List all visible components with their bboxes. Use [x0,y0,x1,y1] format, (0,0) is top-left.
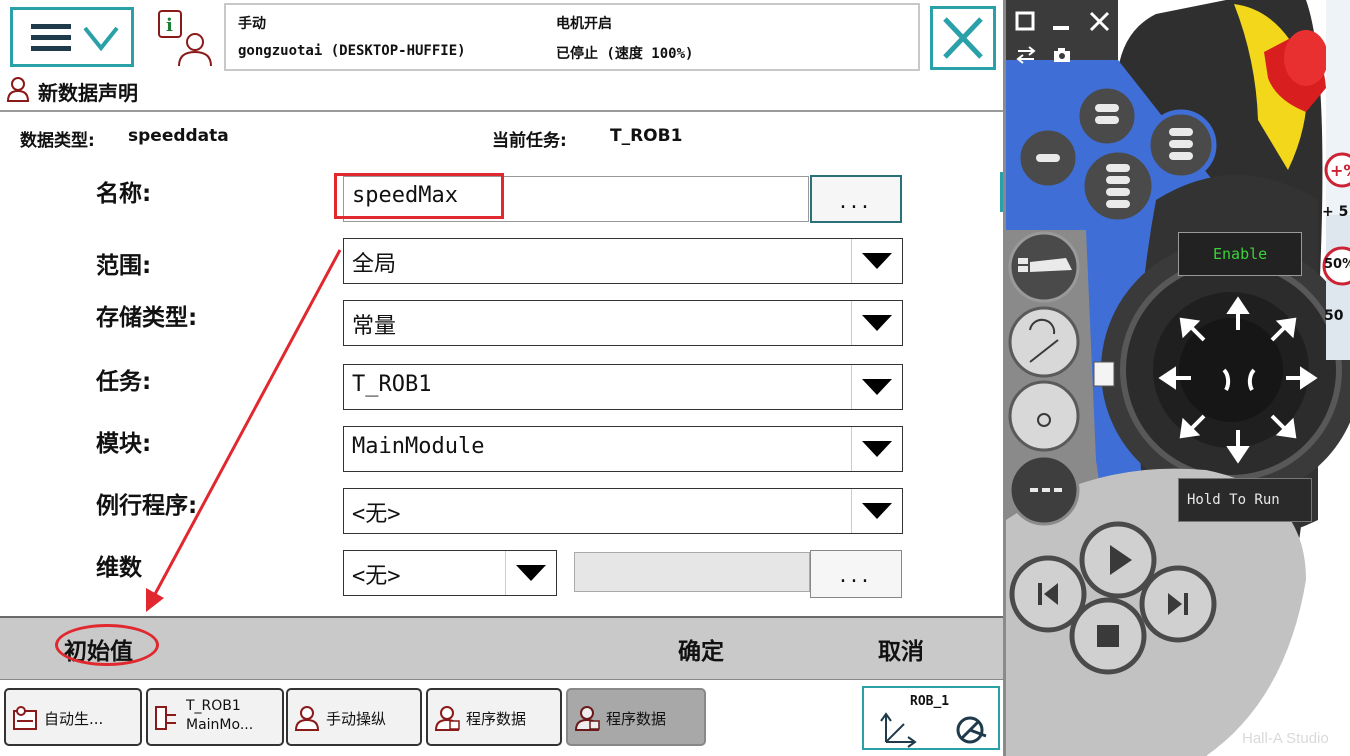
speed-plus5-label: + 5 [1322,204,1349,220]
rob-label: ROB_1 [910,694,950,709]
taskbar-label-2: MainMo... [186,717,254,733]
taskbar-item-program-data[interactable]: 程序数据 [426,688,562,746]
taskbar-label: 程序数据 [606,710,667,728]
taskbar-item-program-editor[interactable]: T_ROB1 MainMo... [146,688,284,746]
speed-50-icon[interactable]: 50% [1320,242,1350,298]
pendant-button-glyphs [1018,104,1318,647]
program-data-icon [574,706,600,731]
speed-50-pct-label: 50% [1324,257,1350,272]
enable-indicator[interactable]: Enable [1178,232,1302,276]
svg-text:+%: +% [1330,161,1350,180]
jogging-icon [294,706,320,731]
watermark-text: Hall-A Studio [1242,730,1329,747]
virtual-flexpendant: Enable Hold To Run +% + 5 50% 50 [1006,0,1350,756]
annotation-arrow [146,249,342,612]
taskbar-label: 手动操纵 [326,710,387,728]
hold-to-run-button[interactable]: Hold To Run [1178,478,1312,522]
taskbar-item-program-data-active[interactable]: 程序数据 [566,688,706,746]
taskbar-label: 自动生... [44,710,104,728]
speed-plus-icon[interactable]: +% [1320,150,1350,190]
taskbar-label: 程序数据 [466,710,527,728]
taskbar-item-auto[interactable]: 自动生... [4,688,142,746]
program-data-icon [434,706,460,731]
taskbar-item-jogging[interactable]: 手动操纵 [286,688,422,746]
quickset-rob-button[interactable]: ROB_1 [862,686,1000,750]
enable-label: Enable [1213,245,1268,263]
quickset-axes-icon [880,712,987,748]
hold-to-run-label: Hold To Run [1187,492,1280,508]
program-editor-icon [155,706,176,730]
taskbar-label: T_ROB1 [186,698,241,714]
speed-50-label: 50 [1324,308,1344,324]
auto-production-icon [13,706,37,730]
